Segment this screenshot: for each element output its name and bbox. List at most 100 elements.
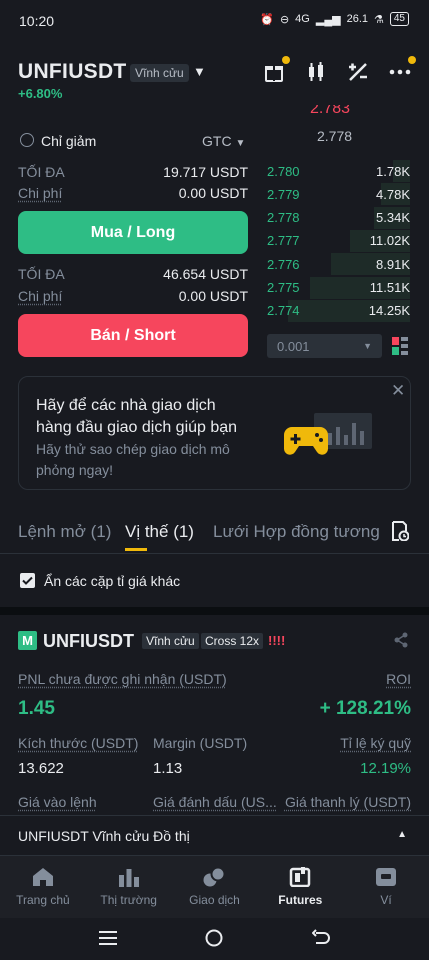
- hide-pairs-label[interactable]: Ẩn các cặp tỉ giá khác: [44, 573, 180, 589]
- bottom-nav: Trang chủ Thị trường Giao dịch Futures V…: [0, 856, 429, 918]
- status-bar: 10:20 ⏰ ⊖ 4G ▂▄▆ 26.1 ⚗ 45: [0, 0, 429, 40]
- chevron-up-icon[interactable]: ▲: [397, 829, 407, 840]
- battery-icon: 45: [389, 12, 409, 26]
- tab-grid[interactable]: Lưới Hợp đồng tương l: [213, 522, 379, 542]
- share-icon[interactable]: [393, 632, 409, 648]
- chevron-down-icon[interactable]: ▼: [193, 64, 206, 79]
- bid-price: 2.775: [267, 280, 300, 295]
- tab-positions[interactable]: Vị thế (1): [125, 522, 194, 542]
- contract-type-badge: Vĩnh cửu: [130, 64, 189, 82]
- nav-wallet-label: Ví: [380, 893, 392, 907]
- bid-qty: 11.51K: [369, 280, 410, 295]
- bid-qty: 14.25K: [368, 303, 410, 319]
- hide-pairs-checkbox[interactable]: [20, 573, 35, 588]
- sell-cost-value: 0.00 USDT: [178, 288, 248, 304]
- sell-max-value: 46.654 USDT: [163, 266, 248, 282]
- more-icon[interactable]: [388, 56, 416, 84]
- nav-trade[interactable]: Giao dịch: [172, 856, 258, 918]
- orderbook-row[interactable]: 2.779 4.78K: [267, 183, 410, 205]
- gift-icon[interactable]: [262, 56, 290, 84]
- back-icon[interactable]: [312, 929, 330, 947]
- buy-cost-label[interactable]: Chi phí: [18, 185, 62, 201]
- reduce-only-label[interactable]: Chỉ giảm: [41, 133, 96, 149]
- precision-select[interactable]: 0.001 ▼: [267, 334, 382, 358]
- promo-sub-line2: phỏng ngay!: [36, 462, 114, 478]
- margin-ratio-label[interactable]: Tỉ lệ ký quỹ: [340, 735, 411, 751]
- nav-markets-label: Thị trường: [100, 893, 157, 907]
- calculator-icon[interactable]: [346, 60, 372, 84]
- caret-down-icon: ▼: [363, 341, 372, 351]
- futures-icon: [290, 867, 311, 887]
- bid-price: 2.778: [267, 210, 300, 226]
- nav-home-label: Trang chủ: [16, 893, 70, 907]
- recents-icon[interactable]: [99, 930, 117, 946]
- caret-down-icon: ▼: [235, 138, 246, 149]
- tif-value: GTC: [202, 133, 232, 149]
- nav-futures[interactable]: Futures: [257, 856, 343, 918]
- tab-open-orders[interactable]: Lệnh mở (1): [18, 522, 111, 542]
- orderbook-row[interactable]: 2.775 11.51K: [267, 277, 410, 299]
- risk-warning-badge: !!!!: [268, 633, 286, 648]
- promo-sub-line1: Hãy thử sao chép giao dịch mô: [36, 441, 230, 457]
- nav-home[interactable]: Trang chủ: [0, 856, 86, 918]
- nav-wallet[interactable]: Ví: [343, 856, 429, 918]
- pnl-value: 1.45: [18, 698, 55, 719]
- nav-futures-label: Futures: [278, 893, 323, 907]
- promo-title: Hãy để các nhà giao dịch hàng đầu giao d…: [36, 395, 237, 439]
- buy-cost-value: 0.00 USDT: [178, 185, 248, 201]
- close-icon[interactable]: ✕: [391, 381, 405, 401]
- position-symbol[interactable]: UNFIUSDT: [43, 631, 134, 652]
- position-tabs: Lệnh mở (1) Vị thế (1) Lưới Hợp đồng tươ…: [0, 510, 429, 554]
- bid-qty: 5.34K: [376, 210, 410, 226]
- reduce-only-radio[interactable]: [20, 133, 34, 147]
- mark-price-label[interactable]: Giá đánh dấu (US...: [153, 794, 277, 810]
- orderbook-row[interactable]: 2.776 8.91K: [267, 253, 410, 275]
- sell-max-label: TỐI ĐA: [18, 266, 65, 282]
- pnl-label[interactable]: PNL chưa được ghi nhận (USDT): [18, 671, 227, 687]
- price-change: +6.80%: [18, 86, 63, 101]
- symbol-title[interactable]: UNFIUSDT: [18, 60, 127, 84]
- roi-label[interactable]: ROI: [386, 671, 411, 687]
- vpn-icon: ⚗: [374, 13, 384, 26]
- sell-short-button[interactable]: Bán / Short: [18, 314, 248, 357]
- bid-price: 2.776: [267, 256, 300, 272]
- wallet-icon: [376, 868, 397, 886]
- home-circle-icon[interactable]: [205, 929, 223, 947]
- margin-value: 1.13: [153, 760, 183, 777]
- liq-price-label[interactable]: Giá thanh lý (USDT): [285, 794, 411, 810]
- orderbook-row[interactable]: 2.780 1.78K: [267, 160, 410, 182]
- margin-mode-m-icon: M: [18, 631, 37, 650]
- gamepad-icon: [284, 413, 374, 475]
- mark-price[interactable]: 2.778: [317, 128, 352, 144]
- promo-title-line1: Hãy để các nhà giao dịch: [36, 397, 216, 414]
- bid-price: 2.777: [267, 233, 300, 249]
- margin-ratio-value: 12.19%: [360, 760, 411, 777]
- chart-drawer[interactable]: UNFIUSDT Vĩnh cửu Đồ thị ▲: [0, 815, 429, 856]
- orderbook-layout-icon[interactable]: [392, 337, 408, 355]
- orderbook-row[interactable]: 2.777 11.02K: [267, 230, 410, 252]
- bid-price: 2.780: [267, 163, 300, 179]
- sell-cost-label[interactable]: Chi phí: [18, 288, 62, 304]
- size-label[interactable]: Kích thước (USDT): [18, 735, 138, 751]
- status-time: 10:20: [19, 13, 55, 29]
- trade-icon: [203, 867, 226, 887]
- order-history-icon[interactable]: [391, 521, 410, 542]
- position-type-badge: Vĩnh cửu: [142, 633, 199, 649]
- orderbook-row[interactable]: 2.778 5.34K: [267, 207, 410, 229]
- orderbook-row[interactable]: 2.774 14.25K: [267, 300, 410, 322]
- system-nav-bar: [0, 918, 429, 960]
- promo-subtitle: Hãy thử sao chép giao dịch mô phỏng ngay…: [36, 439, 230, 481]
- nav-trade-label: Giao dịch: [189, 893, 240, 907]
- network-label: 4G: [295, 13, 310, 25]
- buy-long-button[interactable]: Mua / Long: [18, 211, 248, 254]
- candlestick-icon[interactable]: [304, 60, 330, 84]
- copy-trading-promo[interactable]: Hãy để các nhà giao dịch hàng đầu giao d…: [18, 376, 411, 490]
- bid-qty: 4.78K: [376, 186, 410, 202]
- tif-select[interactable]: GTC ▼: [202, 133, 245, 149]
- chart-drawer-label: UNFIUSDT Vĩnh cửu Đồ thị: [18, 828, 190, 844]
- buy-max-label: TỐI ĐA: [18, 164, 65, 180]
- margin-label: Margin (USDT): [153, 735, 248, 751]
- entry-price-label[interactable]: Giá vào lệnh: [18, 794, 97, 810]
- nav-markets[interactable]: Thị trường: [86, 856, 172, 918]
- precision-value: 0.001: [277, 338, 310, 354]
